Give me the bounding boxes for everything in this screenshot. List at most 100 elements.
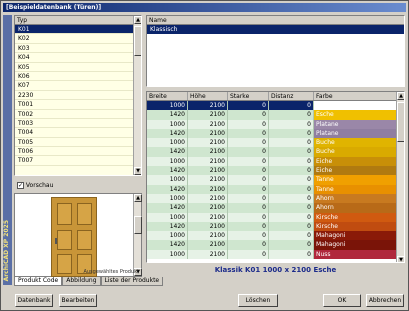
table-row[interactable]: 1000 2100 0 0 Tanne: [147, 175, 404, 185]
table-row[interactable]: 1000 2100 0 0 Ahorn: [147, 193, 404, 204]
typ-list-item[interactable]: K06: [15, 72, 141, 82]
typ-list-item[interactable]: T006: [15, 147, 141, 157]
table-row[interactable]: 1000 2100 0 0 Eiche: [147, 156, 404, 167]
dialog-window: [Beispieldatenbank (Türen)] ArchiCAD XP …: [0, 0, 409, 311]
loeschen-button[interactable]: Löschen: [238, 294, 278, 307]
cell-farbe: Eiche: [314, 166, 398, 176]
scroll-up-icon[interactable]: ▲: [134, 194, 142, 202]
cell-distanz: 0: [269, 156, 314, 167]
cell-starke: 0: [228, 147, 269, 157]
table-row[interactable]: 1420 2100 0 0 Kirsche: [147, 221, 404, 232]
typ-list-scrollbar[interactable]: ▲ ▼: [133, 16, 141, 175]
typ-list[interactable]: Typ K01 K02 K03 K04 K05 K06 K07 2230 T001 T002 T00…: [14, 15, 142, 176]
tab-liste-der-produkte[interactable]: Liste der Produkte: [100, 277, 164, 286]
typ-list-item[interactable]: T001: [15, 100, 141, 110]
cell-starke: 0: [228, 221, 269, 232]
cell-starke: 0: [228, 203, 269, 213]
name-list-item[interactable]: Klassisch: [147, 25, 404, 34]
cell-farbe: Platane: [314, 128, 398, 139]
cell-farbe: Nuss: [314, 249, 398, 260]
scroll-thumb[interactable]: [397, 102, 404, 142]
typ-list-item[interactable]: K05: [15, 63, 141, 72]
cell-farbe: Ahorn: [314, 193, 398, 204]
tab-abbildung[interactable]: Abbildung: [62, 277, 101, 286]
table-row[interactable]: 1000 2100 0 0 Buche: [147, 138, 404, 148]
typ-list-item[interactable]: K03: [15, 44, 141, 54]
scroll-thumb[interactable]: [134, 216, 142, 234]
cell-distanz: 0: [269, 110, 314, 120]
table-row[interactable]: 1420 2100 0 0 Platane: [147, 128, 404, 139]
typ-list-item[interactable]: T005: [15, 138, 141, 148]
cell-hoehe: 2100: [188, 193, 228, 204]
cell-starke: 0: [228, 110, 269, 120]
grid-scrollbar[interactable]: ▲ ▼: [396, 92, 404, 262]
scroll-down-icon[interactable]: ▼: [397, 256, 404, 262]
col-distanz[interactable]: Distanz: [269, 92, 314, 100]
product-grid[interactable]: Breite Höhe Starke Distanz Farbe 1000 210…: [146, 91, 405, 263]
bearbeiten-button[interactable]: Bearbeiten: [59, 294, 97, 307]
scroll-down-icon[interactable]: ▼: [134, 167, 141, 175]
typ-list-item[interactable]: K04: [15, 53, 141, 63]
cell-distanz: 0: [269, 231, 314, 241]
scroll-thumb[interactable]: [134, 26, 141, 56]
cell-breite: 1420: [147, 110, 188, 120]
table-row[interactable]: 1000 2100 0 0 Nuss: [147, 249, 404, 260]
table-row[interactable]: 1420 2100 0 0 Eiche: [147, 166, 404, 176]
cell-distanz: 0: [269, 184, 314, 194]
table-row[interactable]: 1420 2100 0 0 Tanne: [147, 184, 404, 194]
col-hoehe[interactable]: Höhe: [188, 92, 228, 100]
typ-list-item[interactable]: 2230: [15, 91, 141, 101]
cell-hoehe: 2100: [188, 212, 228, 222]
cell-hoehe: 2100: [188, 147, 228, 157]
cell-starke: 0: [228, 128, 269, 139]
cell-distanz: 0: [269, 203, 314, 213]
cell-hoehe: 2100: [188, 128, 228, 139]
typ-list-item[interactable]: K01: [15, 25, 141, 35]
cell-breite: 1420: [147, 166, 188, 176]
cell-distanz: 0: [269, 166, 314, 176]
scroll-up-icon[interactable]: ▲: [397, 92, 404, 100]
table-row[interactable]: 1420 2100 0 0 Mahagoni: [147, 240, 404, 250]
typ-list-item[interactable]: T002: [15, 110, 141, 119]
scroll-up-icon[interactable]: ▲: [134, 16, 141, 24]
tab-bar: Produkt Code Abbildung Liste der Produkt…: [14, 277, 164, 286]
col-breite[interactable]: Breite: [147, 92, 188, 100]
typ-list-header[interactable]: Typ: [15, 16, 141, 25]
cell-starke: 0: [228, 240, 269, 250]
table-row[interactable]: 1420 2100 0 0 Ahorn: [147, 203, 404, 213]
cell-breite: 1000: [147, 175, 188, 185]
col-farbe[interactable]: Farbe: [314, 92, 398, 100]
typ-list-item[interactable]: T007: [15, 156, 141, 166]
table-row[interactable]: 1000 2100 0 0 Kirsche: [147, 212, 404, 222]
vorschau-checkbox[interactable]: ✓ Vorschau: [17, 182, 53, 190]
cell-breite: 1000: [147, 156, 188, 167]
cell-breite: 1000: [147, 101, 188, 111]
abbrechen-button[interactable]: Abbrechen: [366, 294, 404, 307]
tab-produkt-code[interactable]: Produkt Code: [14, 277, 63, 286]
name-list-header[interactable]: Name: [147, 16, 404, 25]
table-row[interactable]: 1000 2100 0 0 Platane: [147, 119, 404, 129]
typ-list-item[interactable]: T004: [15, 128, 141, 138]
cell-starke: 0: [228, 249, 269, 260]
cell-farbe: Platane: [314, 119, 398, 129]
cell-starke: 0: [228, 184, 269, 194]
cell-farbe: Kirsche: [314, 212, 398, 222]
typ-list-item[interactable]: K07: [15, 81, 141, 91]
cell-hoehe: 2100: [188, 249, 228, 260]
typ-list-item[interactable]: K02: [15, 34, 141, 44]
cell-farbe: Kirsche: [314, 221, 398, 232]
table-row[interactable]: 1420 2100 0 0 Buche: [147, 147, 404, 157]
table-row[interactable]: 1420 2100 0 0 Esche: [147, 110, 404, 120]
typ-list-item[interactable]: T003: [15, 119, 141, 129]
cell-distanz: 0: [269, 138, 314, 148]
checkbox-check-icon[interactable]: ✓: [17, 182, 24, 189]
preview-scrollbar[interactable]: ▲ ▼: [133, 194, 142, 276]
table-row[interactable]: 1000 2100 0 0 Mahagoni: [147, 231, 404, 241]
name-list[interactable]: Name Klassisch: [146, 15, 405, 87]
cell-breite: 1000: [147, 138, 188, 148]
col-starke[interactable]: Starke: [228, 92, 269, 100]
table-row[interactable]: 1000 2100 0 0 Esche: [147, 101, 404, 111]
datenbank-button[interactable]: Datenbank: [15, 294, 53, 307]
ok-button[interactable]: OK: [323, 294, 361, 307]
cell-breite: 1000: [147, 119, 188, 129]
